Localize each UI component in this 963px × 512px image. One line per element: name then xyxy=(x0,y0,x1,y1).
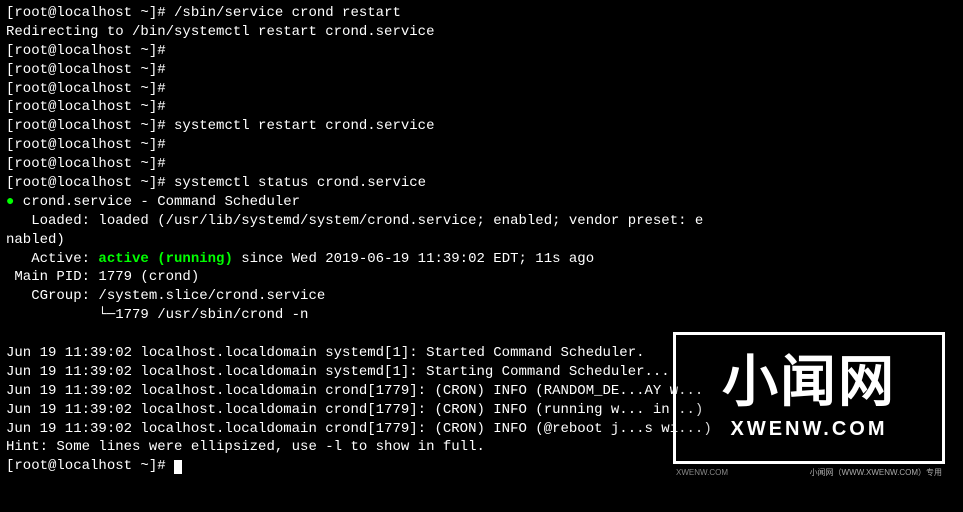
prompt: [root@localhost ~]# xyxy=(6,99,174,115)
prompt: [root@localhost ~]# xyxy=(6,62,174,78)
active-status: active (running) xyxy=(98,251,232,267)
watermark-tiny-text: 小闻网（WWW.XWENW.COM）专用 xyxy=(810,468,942,479)
status-header: ● crond.service - Command Scheduler xyxy=(6,193,957,212)
prompt: [root@localhost ~]# xyxy=(6,5,174,21)
command-text: /sbin/service crond restart xyxy=(174,5,401,21)
status-loaded: Loaded: loaded (/usr/lib/systemd/system/… xyxy=(6,212,957,231)
prompt: [root@localhost ~]# xyxy=(6,43,174,59)
watermark-main-text: 小闻网 xyxy=(722,354,896,410)
status-active: Active: active (running) since Wed 2019-… xyxy=(6,250,957,269)
prompt: [root@localhost ~]# xyxy=(6,137,174,153)
terminal-line: [root@localhost ~]# systemctl status cro… xyxy=(6,174,957,193)
prompt: [root@localhost ~]# xyxy=(6,458,174,474)
status-cgroup: CGroup: /system.slice/crond.service xyxy=(6,287,957,306)
status-cgroup-proc: └─1779 /usr/sbin/crond -n xyxy=(6,306,957,325)
terminal-line: [root@localhost ~]# systemctl restart cr… xyxy=(6,117,957,136)
status-mainpid: Main PID: 1779 (crond) xyxy=(6,268,957,287)
command-text: systemctl restart crond.service xyxy=(174,118,434,134)
prompt: [root@localhost ~]# xyxy=(6,118,174,134)
prompt: [root@localhost ~]# xyxy=(6,81,174,97)
watermark-tiny-text-left: XWENW.COM xyxy=(676,468,728,479)
terminal-line: [root@localhost ~]# xyxy=(6,155,957,174)
prompt: [root@localhost ~]# xyxy=(6,156,174,172)
prompt: [root@localhost ~]# xyxy=(6,175,174,191)
status-loaded-cont: nabled) xyxy=(6,231,957,250)
watermark-overlay: 小闻网 XWENW.COM 小闻网（WWW.XWENW.COM）专用 XWENW… xyxy=(673,332,945,464)
terminal-line: [root@localhost ~]# xyxy=(6,98,957,117)
terminal-line: [root@localhost ~]# xyxy=(6,136,957,155)
terminal-line: [root@localhost ~]# /sbin/service crond … xyxy=(6,4,957,23)
command-text: systemctl status crond.service xyxy=(174,175,426,191)
terminal-line: [root@localhost ~]# xyxy=(6,42,957,61)
terminal-line: [root@localhost ~]# xyxy=(6,80,957,99)
output-line: Redirecting to /bin/systemctl restart cr… xyxy=(6,23,957,42)
watermark-sub-text: XWENW.COM xyxy=(731,416,888,443)
cursor-icon xyxy=(174,460,182,474)
terminal-line: [root@localhost ~]# xyxy=(6,61,957,80)
